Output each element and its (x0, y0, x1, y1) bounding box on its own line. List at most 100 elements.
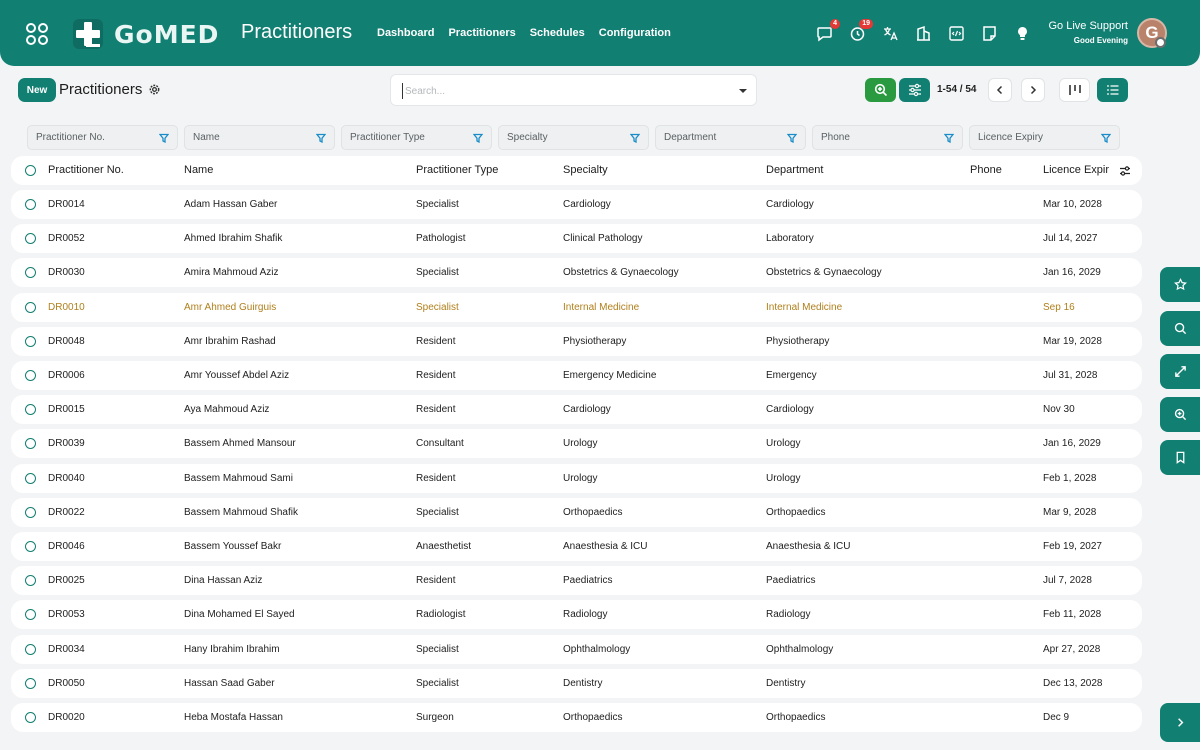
nav-schedules[interactable]: Schedules (530, 27, 585, 39)
select-all-checkbox[interactable] (25, 165, 36, 176)
row-select-checkbox[interactable] (25, 643, 36, 655)
cell-department: Radiology (766, 609, 811, 621)
table-row[interactable]: DR0025 Dina Hassan Aziz Resident Paediatric… (11, 566, 1142, 596)
table-row[interactable]: DR0015 Aya Mahmoud Aziz Resident Cardiology… (11, 395, 1142, 425)
cell-department: Urology (766, 438, 801, 450)
list-view-button[interactable] (1097, 78, 1128, 102)
cell-specialty: Ophthalmology (563, 643, 631, 655)
gear-icon[interactable] (148, 83, 161, 96)
new-button[interactable]: New (18, 78, 56, 102)
kanban-view-button[interactable] (1059, 78, 1090, 102)
cell-department: Orthopaedics (766, 712, 826, 723)
table-row[interactable]: DR0030 Amira Mahmoud Aziz Specialist Obstet… (11, 258, 1142, 288)
table-row[interactable]: DR0048 Amr Ibrahim Rashad Resident Physioth… (11, 326, 1142, 356)
dev-tools-button[interactable] (948, 25, 965, 42)
column-header-type[interactable]: Practitioner Type (416, 164, 498, 176)
notes-button[interactable] (981, 25, 998, 42)
column-header-name[interactable]: Name (184, 164, 213, 176)
nav-practitioners[interactable]: Practitioners (448, 27, 515, 39)
header-icons: 4 19 (816, 19, 1031, 42)
cell-practitioner-no: DR0010 (48, 301, 85, 313)
column-header-specialty[interactable]: Specialty (563, 164, 608, 176)
activity-button[interactable]: 19 (849, 19, 873, 42)
column-header-phone[interactable]: Phone (970, 164, 1002, 176)
expand-sidebar-tab[interactable] (1160, 703, 1200, 742)
row-select-checkbox[interactable] (25, 609, 36, 621)
search-options-dropdown[interactable] (739, 89, 747, 93)
filter-name[interactable]: Name (184, 125, 335, 150)
chat-icon (817, 27, 832, 42)
translate-icon (884, 27, 898, 41)
gomed-logo[interactable]: GoMED (72, 16, 219, 52)
row-select-checkbox[interactable] (25, 472, 36, 484)
cell-type: Pathologist (416, 233, 466, 245)
nav-dashboard[interactable]: Dashboard (377, 27, 434, 39)
table-row[interactable]: DR0014 Adam Hassan Gaber Specialist Cardiol… (11, 190, 1142, 219)
table-row[interactable]: DR0010 Amr Ahmed Guirguis Specialist Intern… (11, 292, 1142, 322)
previous-page-button[interactable] (988, 78, 1012, 102)
cell-department: Cardiology (766, 199, 814, 210)
table-row[interactable]: DR0040 Bassem Mahmoud Sami Resident Urology… (11, 463, 1142, 493)
row-select-checkbox[interactable] (25, 541, 36, 552)
filter-phone[interactable]: Phone (812, 125, 963, 150)
nav-configuration[interactable]: Configuration (599, 27, 671, 39)
translate-button[interactable] (882, 25, 899, 42)
table-row[interactable]: DR0006 Amr Youssef Abdel Aziz Resident Emer… (11, 361, 1142, 390)
row-select-checkbox[interactable] (25, 370, 36, 381)
table-row[interactable]: DR0022 Bassem Mahmoud Shafik Specialist Ort… (11, 497, 1142, 527)
table-row[interactable]: DR0052 Ahmed Ibrahim Shafik Pathologist Cli… (11, 224, 1142, 254)
row-select-checkbox[interactable] (25, 438, 36, 450)
logo-text: GoMED (114, 19, 220, 49)
row-select-checkbox[interactable] (25, 301, 36, 313)
table-row[interactable]: DR0034 Hany Ibrahim Ibrahim Specialist Opht… (11, 634, 1142, 664)
column-header-practitioner-no[interactable]: Practitioner No. (48, 164, 124, 176)
table-row[interactable]: DR0050 Hassan Saad Gaber Specialist Dentist… (11, 668, 1142, 698)
apps-grid-icon[interactable] (26, 23, 48, 45)
cell-practitioner-no: DR0014 (48, 199, 85, 210)
table-row[interactable]: DR0039 Bassem Ahmed Mansour Consultant Urol… (11, 429, 1142, 459)
company-button[interactable] (915, 25, 932, 42)
row-select-checkbox[interactable] (25, 404, 36, 416)
row-select-checkbox[interactable] (25, 712, 36, 723)
cell-specialty: Anaesthesia & ICU (563, 541, 648, 552)
cell-licence-expiry: Jul 31, 2028 (1043, 370, 1098, 381)
search-tab[interactable] (1160, 311, 1200, 346)
filter-practitioner-no[interactable]: Practitioner No. (27, 125, 178, 150)
cell-licence-expiry: Mar 9, 2028 (1043, 506, 1097, 518)
search-input[interactable] (402, 83, 722, 99)
filter-department[interactable]: Department (655, 125, 806, 150)
expand-tab[interactable] (1160, 354, 1200, 389)
chat-button[interactable]: 4 (816, 19, 840, 42)
filter-specialty[interactable]: Specialty (498, 125, 649, 150)
funnel-icon (944, 133, 954, 143)
zoom-tab[interactable] (1160, 397, 1200, 432)
chevron-right-icon (1030, 85, 1037, 95)
table-row[interactable]: DR0020 Heba Mostafa Hassan Surgeon Orthopae… (11, 703, 1142, 732)
search-panel-button[interactable] (865, 78, 896, 102)
filter-practitioner-type[interactable]: Practitioner Type (341, 125, 492, 150)
cell-licence-expiry: Jan 16, 2029 (1043, 267, 1101, 279)
cell-department: Anaesthesia & ICU (766, 541, 851, 552)
row-select-checkbox[interactable] (25, 233, 36, 245)
cell-specialty: Clinical Pathology (563, 233, 643, 245)
row-select-checkbox[interactable] (25, 267, 36, 279)
row-select-checkbox[interactable] (25, 575, 36, 587)
row-select-checkbox[interactable] (25, 335, 36, 347)
next-page-button[interactable] (1021, 78, 1045, 102)
row-select-checkbox[interactable] (25, 677, 36, 689)
table-row[interactable]: DR0046 Bassem Youssef Bakr Anaesthetist Ana… (11, 532, 1142, 561)
tips-button[interactable] (1014, 25, 1031, 42)
column-header-department[interactable]: Department (766, 164, 823, 176)
filter-licence-expiry[interactable]: Licence Expiry (969, 125, 1120, 150)
row-select-checkbox[interactable] (25, 506, 36, 518)
column-header-licence-expiry[interactable]: Licence Expir (1043, 164, 1109, 176)
table-row[interactable]: DR0053 Dina Mohamed El Sayed Radiologist Ra… (11, 600, 1142, 630)
company-info[interactable]: Go Live Support Good Evening (1049, 20, 1129, 45)
column-settings-icon[interactable] (1119, 165, 1131, 177)
favorites-tab[interactable] (1160, 267, 1200, 302)
filter-settings-button[interactable] (899, 78, 930, 102)
row-select-checkbox[interactable] (25, 199, 36, 210)
main-nav: Dashboard Practitioners Schedules Config… (377, 27, 671, 39)
pager-value[interactable]: 1-54 / 54 (937, 84, 976, 95)
bookmark-tab[interactable] (1160, 440, 1200, 475)
